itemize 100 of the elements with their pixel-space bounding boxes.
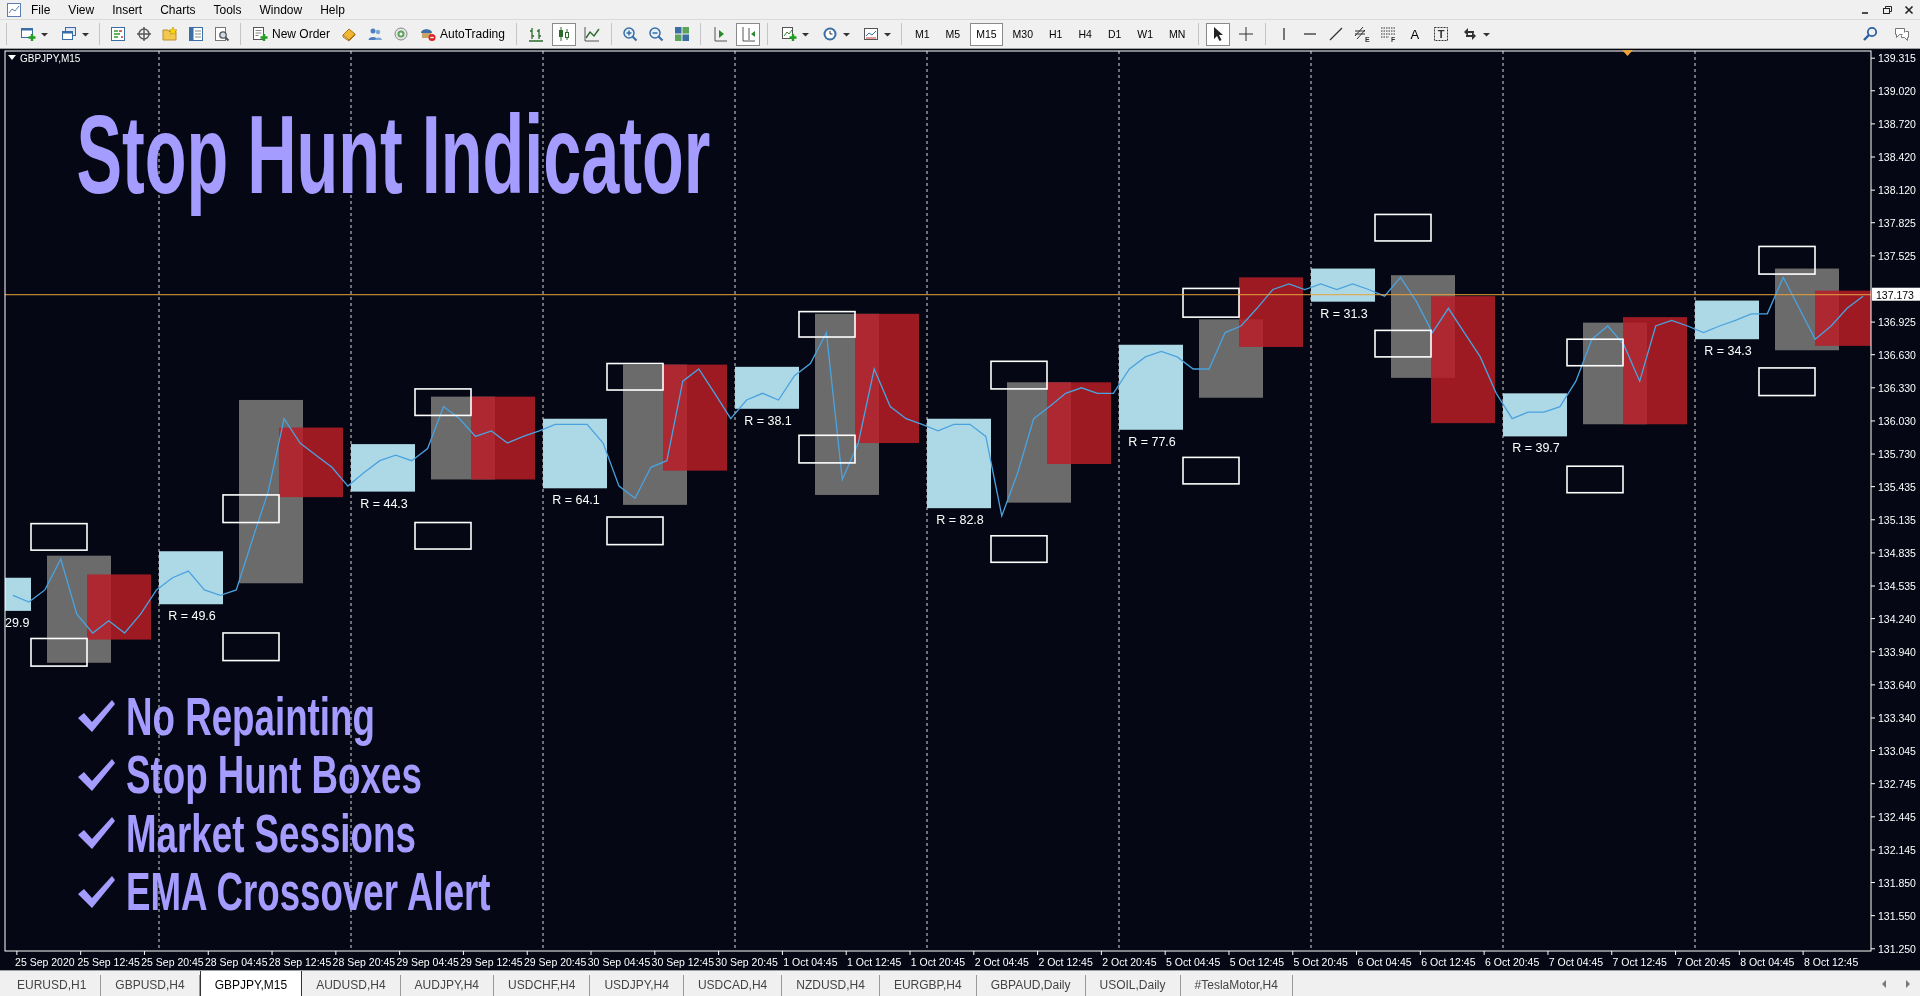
price-label: 133.940: [1878, 645, 1916, 658]
menu-item[interactable]: Charts: [151, 1, 205, 18]
time-label: 29 Sep 12:45: [460, 956, 523, 968]
close-icon[interactable]: [1903, 3, 1915, 16]
arrows-icon[interactable]: [1462, 26, 1479, 42]
caret-icon[interactable]: [8, 55, 16, 60]
chart-tab[interactable]: USDCHF,H4: [494, 975, 591, 996]
chart-tab[interactable]: GBPAUD,Daily: [976, 975, 1086, 996]
magnifier-page-icon[interactable]: [214, 26, 230, 42]
stacked-windows-icon[interactable]: [61, 26, 77, 42]
time-label: 29 Sep 20:45: [524, 956, 587, 968]
chart-title: GBPJPY,M15: [20, 53, 81, 64]
chart-window-icon: [6, 1, 22, 18]
chart-tab[interactable]: EURUSD,H1: [3, 975, 102, 996]
zoom-out-icon[interactable]: [647, 26, 664, 42]
price-label: 132.745: [1878, 777, 1916, 790]
signal-icon[interactable]: [393, 26, 409, 42]
asian-session-box: [351, 444, 415, 492]
time-label: 7 Oct 20:45: [1676, 956, 1731, 968]
price-label: 137.825: [1878, 216, 1916, 229]
range-label: R = 49.6: [168, 609, 216, 624]
price-label: 131.250: [1878, 942, 1916, 955]
price-label: 132.145: [1878, 843, 1916, 856]
feature-text: No Repainting: [126, 684, 376, 748]
chart-tab[interactable]: AUDUSD,H4: [302, 975, 401, 996]
menu-item[interactable]: Insert: [103, 1, 152, 18]
timeframe-button[interactable]: M15: [970, 22, 1003, 46]
text-tool-button[interactable]: A: [1403, 22, 1427, 46]
chart-plus-icon[interactable]: [780, 26, 797, 42]
time-label: 7 Oct 12:45: [1612, 956, 1667, 968]
folder-star-icon[interactable]: [162, 26, 178, 42]
menu-item[interactable]: File: [22, 1, 60, 18]
range-label: R = 31.3: [1320, 306, 1368, 321]
search-icon[interactable]: [1862, 26, 1878, 42]
label-icon[interactable]: T: [1433, 26, 1450, 42]
tile-windows-icon[interactable]: [673, 26, 690, 42]
chart-tab[interactable]: AUDJPY,H4: [400, 975, 495, 996]
chart-shift-icon: [711, 26, 728, 42]
new-order-button[interactable]: New Order: [248, 22, 334, 46]
scroll-right-icon[interactable]: [1904, 979, 1912, 989]
tool-button[interactable]: [1206, 22, 1231, 46]
timeframe-button[interactable]: M30: [1006, 22, 1039, 46]
time-label: 2 Oct 04:45: [974, 956, 1029, 968]
chart-tab[interactable]: NZDUSD,H4: [782, 975, 880, 996]
robot-stop-icon: [420, 26, 436, 42]
stop-hunt-box: [30, 522, 88, 551]
time-label: 7 Oct 04:45: [1548, 956, 1604, 968]
people-icon[interactable]: [367, 26, 383, 42]
time-label: 28 Sep 04:45: [205, 956, 268, 968]
timeframe-button[interactable]: M5: [939, 22, 967, 46]
chat-icon[interactable]: [1892, 26, 1912, 42]
chart-tab[interactable]: USDCAD,H4: [683, 975, 783, 996]
range-label: R = 38.1: [744, 413, 792, 428]
time-label: 1 Oct 12:45: [847, 956, 902, 968]
chart-tab[interactable]: #TeslaMotor,H4: [1180, 975, 1293, 996]
menu-item[interactable]: Tools: [204, 1, 251, 18]
time-label: 2 Oct 20:45: [1102, 956, 1157, 968]
range-label: R = 77.6: [1128, 434, 1176, 449]
zoom-in-icon[interactable]: [621, 26, 638, 42]
timeframe-button[interactable]: H1: [1043, 22, 1069, 46]
chart-tab[interactable]: USOIL,Daily: [1085, 975, 1181, 996]
timeframe-button[interactable]: MN: [1163, 22, 1192, 46]
chart-tab[interactable]: EURGBP,H4: [879, 975, 977, 996]
restore-icon[interactable]: [1881, 3, 1893, 16]
crosshair-icon: [1238, 26, 1255, 42]
menu-item[interactable]: View: [59, 1, 104, 18]
stop-hunt-box: [606, 516, 664, 546]
timeframe-button[interactable]: W1: [1131, 22, 1160, 46]
tool-button[interactable]: [551, 22, 576, 46]
quotes-window-icon[interactable]: [110, 26, 126, 42]
timeframe-button[interactable]: M1: [908, 22, 936, 46]
timeframe-button[interactable]: H4: [1072, 22, 1098, 46]
timeframe-button[interactable]: D1: [1101, 22, 1128, 46]
stop-hunt-box: [990, 535, 1048, 564]
stop-hunt-box: [798, 310, 856, 338]
time-label: 30 Sep 12:45: [651, 956, 715, 968]
time-label: 5 Oct 04:45: [1166, 956, 1221, 968]
chart-tab[interactable]: USDJPY,H4: [590, 975, 684, 996]
menu-item[interactable]: Window: [250, 1, 312, 18]
template-icon[interactable]: [862, 26, 879, 42]
asian-session-box: [1503, 393, 1567, 437]
compass-icon[interactable]: [136, 26, 152, 42]
new-york-session-box: [1239, 277, 1303, 347]
window-plus-icon[interactable]: [20, 26, 36, 42]
clock-icon[interactable]: [821, 26, 838, 42]
trendline-icon[interactable]: [1328, 26, 1345, 42]
range-label: R = 82.8: [936, 513, 984, 528]
time-label: 6 Oct 12:45: [1421, 956, 1476, 968]
menu-item[interactable]: Help: [311, 1, 354, 18]
new-york-session-box: [279, 427, 343, 498]
time-label: 5 Oct 20:45: [1293, 956, 1348, 968]
chart-tab[interactable]: GBPJPY,M15: [199, 971, 303, 996]
new-york-session-box: [87, 574, 151, 640]
autotrading-button[interactable]: AutoTrading: [416, 22, 509, 46]
ref-line-label: 137.173: [1876, 288, 1915, 301]
chart-tab[interactable]: GBPUSD,H4: [101, 975, 200, 996]
price-label: 139.315: [1878, 52, 1916, 65]
scroll-left-icon[interactable]: [1880, 979, 1888, 989]
panel-icon[interactable]: [188, 26, 204, 42]
range-label: R = 39.7: [1512, 441, 1560, 456]
